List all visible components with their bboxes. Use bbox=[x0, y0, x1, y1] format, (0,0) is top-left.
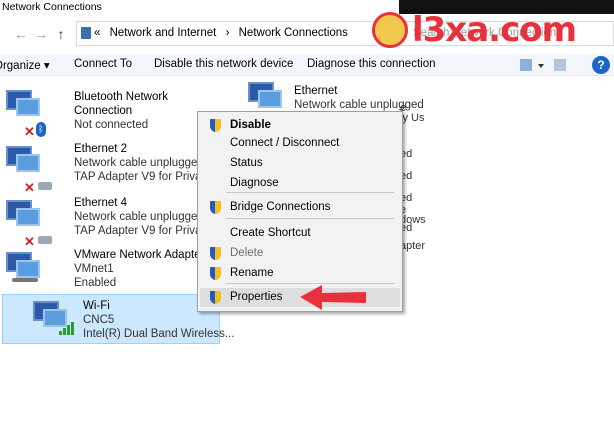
item-name: VMware Network Adapter bbox=[74, 249, 205, 261]
list-item-bluetooth[interactable]: ✕ ᛒ Bluetooth Network Connection Not con… bbox=[2, 84, 212, 139]
menu-item-create-shortcut[interactable]: Create Shortcut bbox=[200, 224, 400, 243]
obscured-text: ly Us bbox=[400, 112, 425, 124]
item-adapter: Intel(R) Dual Band Wireless... bbox=[83, 328, 235, 340]
item-name-line2: Connection bbox=[74, 105, 133, 117]
list-item-ethernet-2[interactable]: ✕ Ethernet 2 Network cable unplugged TAP… bbox=[2, 140, 212, 195]
menu-item-disable[interactable]: Disable bbox=[200, 116, 400, 135]
cable-icon bbox=[38, 182, 52, 190]
item-name: Ethernet 2 bbox=[74, 143, 128, 155]
obscured-text: apter bbox=[400, 240, 426, 252]
menu-item-rename[interactable]: Rename bbox=[200, 264, 400, 283]
folder-icon bbox=[81, 27, 91, 39]
menu-item-label: Properties bbox=[230, 291, 283, 303]
list-item-vmware[interactable]: VMware Network Adapter VMnet1 Enabled bbox=[2, 246, 212, 300]
item-status: Network cable unplugged bbox=[74, 211, 204, 223]
menu-separator bbox=[226, 192, 394, 193]
item-status: CNC5 bbox=[83, 314, 115, 326]
menu-item-label: Delete bbox=[230, 247, 264, 259]
network-adapter-icon bbox=[6, 90, 42, 124]
breadcrumb-overflow[interactable]: « bbox=[94, 27, 100, 39]
item-adapter: TAP Adapter V9 for Private bbox=[74, 171, 212, 183]
watermark-logo: l3xa.com bbox=[372, 10, 577, 50]
uac-shield-icon bbox=[210, 119, 221, 132]
context-menu: Disable Connect / Disconnect Status Diag… bbox=[197, 111, 403, 312]
list-item-wifi[interactable]: Wi-Fi CNC5 Intel(R) Dual Band Wireless..… bbox=[2, 294, 234, 344]
item-adapter: Enabled bbox=[74, 277, 117, 289]
menu-separator bbox=[226, 218, 394, 219]
wifi-signal-icon bbox=[59, 321, 77, 335]
uac-shield-icon bbox=[210, 201, 221, 214]
menu-item-label: Connect / Disconnect bbox=[230, 137, 340, 149]
cable-icon bbox=[38, 236, 52, 244]
organize-button[interactable]: Organize ▾ bbox=[0, 58, 50, 72]
disconnected-x-icon: ✕ bbox=[24, 124, 35, 139]
breadcrumb-separator[interactable]: › bbox=[226, 27, 230, 39]
red-arrow-icon bbox=[300, 285, 366, 310]
menu-item-label: Rename bbox=[230, 267, 274, 279]
menu-item-label: Diagnose bbox=[230, 177, 279, 189]
menu-item-diagnose[interactable]: Diagnose bbox=[200, 174, 400, 193]
view-icon[interactable] bbox=[520, 57, 580, 73]
list-item-ethernet-4[interactable]: ✕ Ethernet 4 Network cable unplugged TAP… bbox=[2, 194, 212, 249]
watermark-icon bbox=[372, 12, 408, 48]
address-bar[interactable]: « Network and Internet › Network Connect… bbox=[76, 21, 394, 46]
window-title: Network Connections bbox=[2, 1, 102, 13]
diagnose-connection-button[interactable]: Diagnose this connection bbox=[307, 58, 436, 70]
watermark-text: l3xa.com bbox=[412, 10, 577, 50]
item-name: Bluetooth Network bbox=[74, 91, 168, 103]
command-bar: Organize ▾ Connect To Disable this netwo… bbox=[0, 54, 614, 76]
breadcrumb: « Network and Internet › Network Connect… bbox=[94, 27, 354, 39]
uac-shield-icon bbox=[210, 291, 221, 304]
menu-item-label: Bridge Connections bbox=[230, 201, 331, 213]
network-adapter-icon bbox=[6, 146, 42, 180]
menu-item-status[interactable]: Status bbox=[200, 154, 400, 173]
help-button[interactable]: ? bbox=[592, 56, 610, 74]
menu-item-label: Status bbox=[230, 157, 263, 169]
item-name: Ethernet bbox=[294, 85, 338, 97]
network-adapter-icon bbox=[6, 252, 42, 286]
item-status: Network cable unplugged bbox=[74, 157, 204, 169]
item-name: Ethernet 4 bbox=[74, 197, 128, 209]
bluetooth-icon: ᛒ bbox=[36, 122, 46, 137]
disable-device-button[interactable]: Disable this network device bbox=[154, 58, 293, 70]
menu-item-label: Create Shortcut bbox=[230, 227, 311, 239]
forward-button[interactable]: → bbox=[32, 26, 50, 42]
item-status: VMnet1 bbox=[74, 263, 114, 275]
network-adapter-icon bbox=[6, 200, 42, 234]
menu-item-connect-disconnect[interactable]: Connect / Disconnect bbox=[200, 134, 400, 153]
up-button[interactable]: ↑ bbox=[52, 26, 70, 42]
connect-to-button[interactable]: Connect To bbox=[74, 58, 132, 70]
menu-item-delete[interactable]: Delete bbox=[200, 244, 400, 263]
uac-shield-icon bbox=[210, 247, 221, 260]
breadcrumb-network-connections[interactable]: Network Connections bbox=[239, 27, 348, 39]
breadcrumb-network-and-internet[interactable]: Network and Internet bbox=[110, 27, 217, 39]
item-adapter: TAP Adapter V9 for Private bbox=[74, 225, 212, 237]
uac-shield-icon bbox=[210, 267, 221, 280]
menu-item-bridge[interactable]: Bridge Connections bbox=[200, 198, 400, 217]
back-button[interactable]: ← bbox=[12, 26, 30, 42]
item-status: Not connected bbox=[74, 119, 149, 131]
menu-item-label: Disable bbox=[230, 119, 271, 131]
